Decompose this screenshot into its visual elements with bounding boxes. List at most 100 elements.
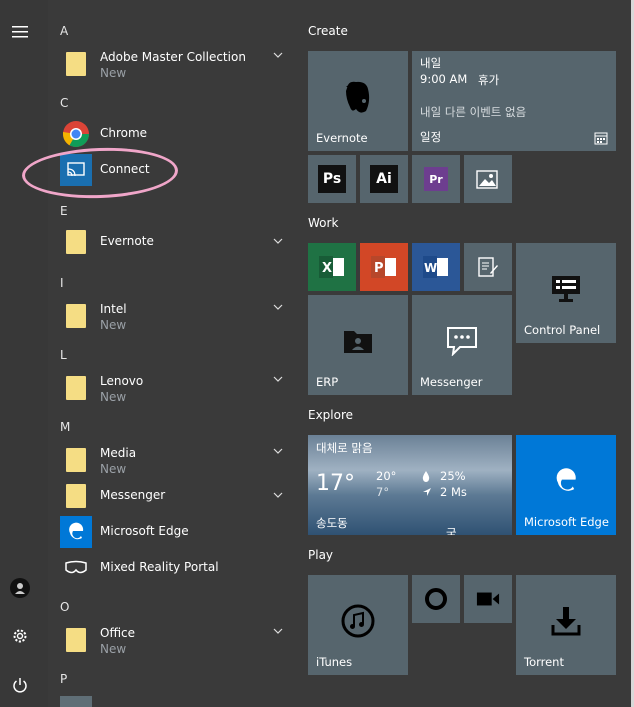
tile-erp[interactable]: ERP	[308, 295, 408, 395]
letter-header-m[interactable]: M	[60, 420, 70, 434]
folder-icon	[60, 624, 92, 656]
app-name: Lenovo	[100, 374, 144, 388]
tile-messenger[interactable]: Messenger	[412, 295, 512, 395]
tile-excel[interactable]: X	[308, 243, 356, 291]
word-icon: W	[422, 255, 450, 279]
tile-control-panel[interactable]: Control Panel	[516, 243, 616, 343]
tile-calendar[interactable]: 내일 9:00 AM 휴가 내일 다른 이벤트 없음 일정	[412, 51, 616, 151]
settings-button[interactable]	[8, 624, 32, 648]
tile-evernote[interactable]: Evernote	[308, 51, 408, 151]
tile-powerpoint[interactable]: P	[360, 243, 408, 291]
weather-high: 20°	[376, 469, 397, 483]
tile-premiere[interactable]: Pr	[412, 155, 460, 203]
calendar-time: 9:00 AM	[420, 72, 468, 86]
chevron-down-icon[interactable]	[272, 302, 284, 312]
tile-video[interactable]	[464, 575, 512, 623]
app-mixed-reality-portal[interactable]: Mixed Reality Portal	[60, 550, 292, 586]
group-create-label[interactable]: Create	[308, 24, 348, 38]
group-explore-label[interactable]: Explore	[308, 408, 353, 422]
tile-photoshop[interactable]: Ps	[308, 155, 356, 203]
edge-icon	[60, 516, 92, 548]
humidity-drop-icon	[422, 471, 430, 482]
app-new-badge: New	[100, 66, 127, 80]
app-name: Chrome	[100, 126, 148, 140]
app-adobe-master-collection[interactable]: Adobe Master Collection New	[60, 46, 292, 82]
letter-header-e[interactable]: E	[60, 204, 68, 218]
hamburger-menu-button[interactable]	[8, 20, 32, 44]
tile-cortana-circle[interactable]	[412, 575, 460, 623]
app-messenger-folder[interactable]: Messenger	[60, 478, 292, 514]
weather-extra: 국	[446, 526, 457, 535]
calendar-next: 내일 다른 이벤트 없음	[420, 105, 527, 119]
app-list: A Adobe Master Collection New C Chrome C…	[48, 0, 292, 707]
app-name: Adobe Master Collection	[100, 50, 246, 64]
chevron-down-icon[interactable]	[272, 626, 284, 636]
weather-location: 송도동	[316, 516, 348, 530]
folder-icon	[60, 300, 92, 332]
app-lenovo[interactable]: Lenovo New	[60, 370, 292, 406]
group-work-label[interactable]: Work	[308, 216, 338, 230]
app-partial[interactable]	[60, 694, 292, 707]
letter-header-l[interactable]: L	[60, 348, 67, 362]
tile-label: ERP	[316, 375, 339, 389]
tile-label: 일정	[420, 130, 442, 144]
chevron-down-icon[interactable]	[272, 446, 284, 456]
user-account-button[interactable]	[8, 576, 32, 600]
folder-icon	[60, 372, 92, 404]
start-rail	[0, 0, 48, 707]
letter-header-c[interactable]: C	[60, 96, 68, 110]
tile-area: Create Evernote 내일 9:00 AM 휴가 내일 다른 이벤트 …	[300, 0, 634, 707]
letter-header-a[interactable]: A	[60, 24, 68, 38]
wind-direction-icon	[423, 488, 431, 496]
weather-low: 7°	[376, 485, 390, 499]
app-new-badge: New	[100, 390, 127, 404]
app-office[interactable]: Office New	[60, 622, 292, 658]
power-button[interactable]	[8, 673, 32, 697]
calendar-icon	[594, 132, 608, 145]
tile-weather[interactable]: 대체로 맑음 17° 20° 7° 25% 2 Ms 송도동 국	[308, 435, 512, 535]
group-play-label[interactable]: Play	[308, 548, 333, 562]
weather-humidity: 25%	[440, 469, 466, 483]
app-name: Messenger	[100, 488, 166, 502]
chevron-down-icon[interactable]	[272, 236, 284, 246]
tile-label: Control Panel	[524, 323, 601, 337]
evernote-icon	[338, 79, 378, 115]
tile-notes[interactable]	[464, 243, 512, 291]
app-new-badge: New	[100, 462, 127, 476]
video-camera-icon	[476, 589, 500, 609]
app-intel[interactable]: Intel New	[60, 298, 292, 334]
tile-torrent[interactable]: Torrent	[516, 575, 616, 675]
tile-illustrator[interactable]: Ai	[360, 155, 408, 203]
chevron-down-icon[interactable]	[272, 50, 284, 60]
app-microsoft-edge[interactable]: Microsoft Edge	[60, 514, 292, 550]
power-icon	[13, 678, 27, 693]
svg-text:W: W	[424, 261, 437, 275]
svg-text:X: X	[322, 261, 332, 276]
app-name: Office	[100, 626, 136, 640]
chevron-down-icon[interactable]	[272, 490, 284, 500]
tile-label: Evernote	[316, 131, 368, 145]
app-media[interactable]: Media New	[60, 442, 292, 478]
chevron-down-icon[interactable]	[272, 374, 284, 384]
photos-icon	[476, 167, 500, 191]
folder-icon	[60, 480, 92, 512]
tile-itunes[interactable]: iTunes	[308, 575, 408, 675]
ring-icon	[424, 587, 448, 611]
letter-header-p[interactable]: P	[60, 672, 67, 686]
app-name: Intel	[100, 302, 127, 316]
tile-microsoft-edge[interactable]: Microsoft Edge	[516, 435, 616, 535]
tile-word[interactable]: W	[412, 243, 460, 291]
app-new-badge: New	[100, 642, 127, 656]
folder-icon	[60, 444, 92, 476]
app-evernote-folder[interactable]: Evernote	[60, 224, 292, 260]
letter-header-o[interactable]: O	[60, 600, 69, 614]
letter-header-i[interactable]: I	[60, 276, 64, 290]
tile-label: Torrent	[524, 655, 564, 669]
chat-bubble-icon	[444, 325, 480, 357]
app-chrome[interactable]: Chrome	[60, 116, 292, 152]
folder-icon	[60, 48, 92, 80]
tile-photos[interactable]	[464, 155, 512, 203]
app-name: Media	[100, 446, 137, 460]
photoshop-icon: Ps	[318, 165, 346, 193]
notes-edit-icon	[476, 255, 500, 279]
